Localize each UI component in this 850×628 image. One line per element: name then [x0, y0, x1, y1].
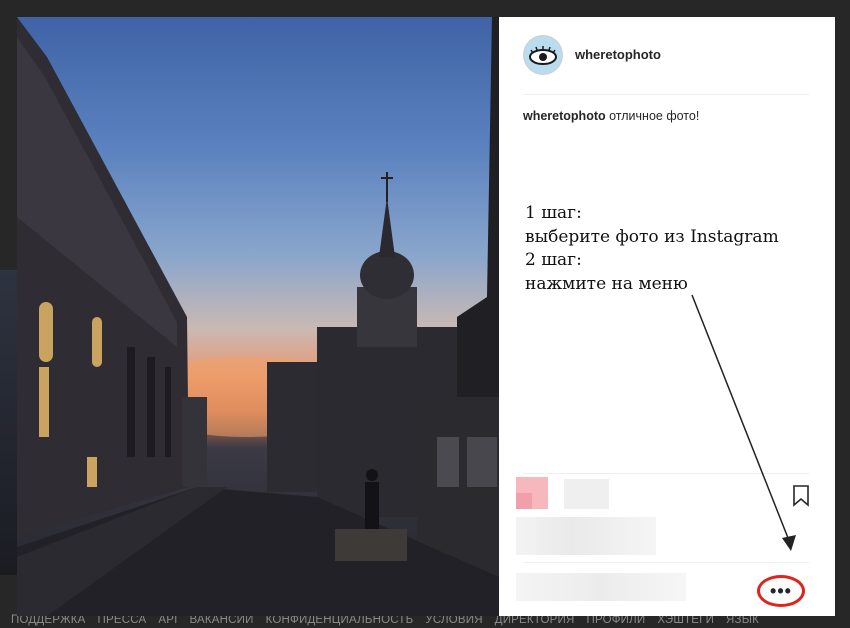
more-options-button[interactable]: •••	[757, 575, 805, 607]
header-divider	[523, 94, 809, 95]
blurred-reaction-shade	[516, 493, 532, 509]
post-photo[interactable]	[17, 17, 499, 616]
instruction-note: 1 шаг: выберите фото из Instagram 2 шаг:…	[525, 202, 779, 296]
note-step-1: 1 шаг:	[525, 203, 582, 223]
blurred-stats	[516, 517, 656, 555]
post-caption: wheretophoto отличное фото!	[523, 109, 699, 123]
more-options-icon: •••	[770, 581, 792, 601]
post-sidebar: wheretophoto wheretophoto отличное фото!…	[499, 17, 835, 616]
note-step-2: 2 шаг:	[525, 250, 582, 270]
post-username[interactable]: wheretophoto	[575, 47, 661, 62]
caption-text: отличное фото!	[609, 109, 700, 123]
background-page-edge	[0, 270, 17, 575]
comment-divider	[523, 562, 809, 563]
avatar[interactable]	[523, 35, 563, 75]
eye-logo-icon	[529, 46, 557, 65]
bookmark-icon[interactable]	[792, 485, 810, 507]
actions-divider	[523, 473, 809, 474]
street-scene-illustration	[17, 17, 499, 616]
caption-username[interactable]: wheretophoto	[523, 109, 606, 123]
post-modal: wheretophoto wheretophoto отличное фото!…	[17, 17, 835, 616]
blurred-comment-field	[516, 573, 686, 601]
note-step-1-text: выберите фото из Instagram	[525, 226, 779, 247]
blurred-likes	[564, 479, 609, 509]
note-step-2-text: нажмите на меню	[525, 273, 688, 294]
